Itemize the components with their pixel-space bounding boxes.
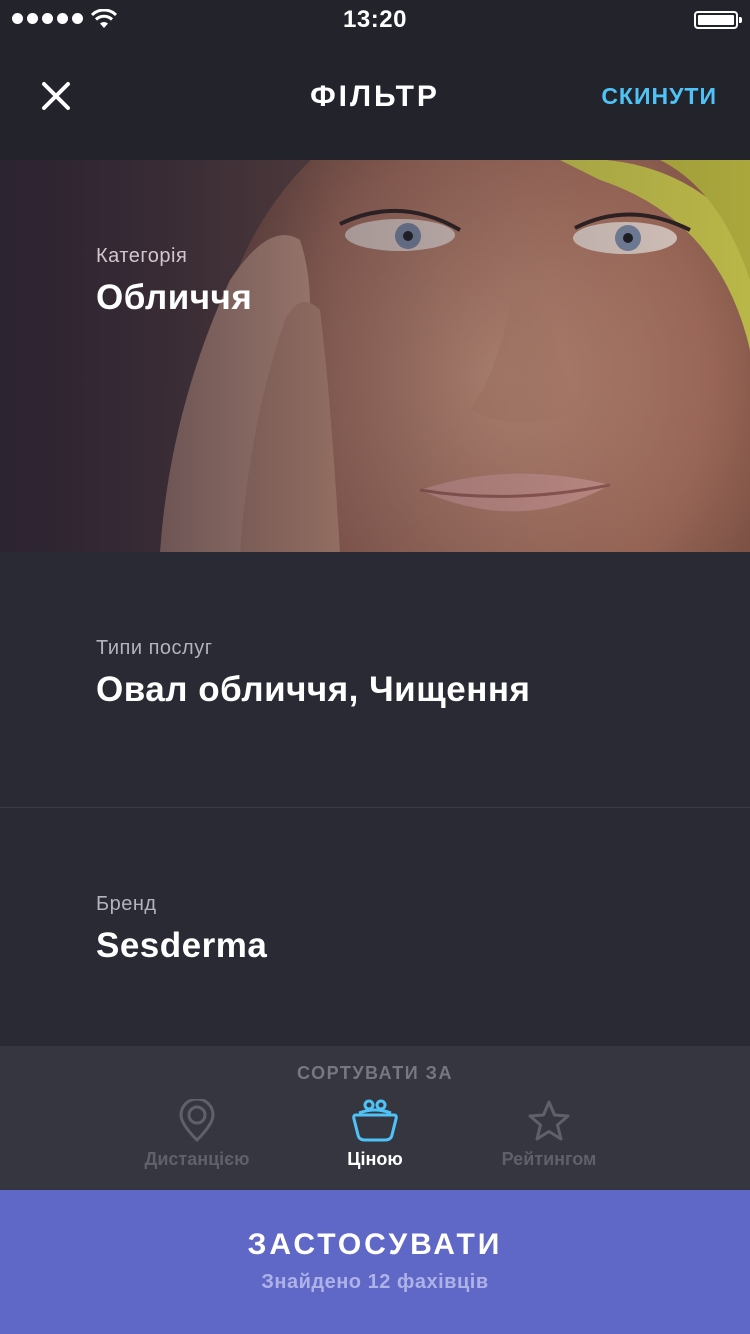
sort-price-label: Ціною [347, 1149, 403, 1169]
apply-button[interactable]: ЗАСТОСУВАТИ Знайдено 12 фахівців [0, 1190, 750, 1334]
sort-rating-label: Рейтингом [501, 1149, 597, 1169]
sort-section: СОРТУВАТИ ЗА Дистанцією Ціною Рейтингом [0, 1046, 750, 1190]
results-count: Знайдено 12 фахівців [261, 1271, 489, 1293]
sort-by-rating[interactable]: Рейтингом [459, 1099, 639, 1179]
reset-button[interactable]: СКИНУТИ [601, 83, 717, 110]
battery-icon [694, 11, 742, 29]
navigation-bar: ФІЛЬТР СКИНУТИ [0, 40, 750, 160]
brand-field: Бренд Sesderma [96, 893, 267, 966]
sort-by-distance[interactable]: Дистанцією [107, 1099, 287, 1179]
star-icon [528, 1100, 570, 1141]
purse-icon [352, 1099, 398, 1142]
brand-label: Бренд [96, 893, 157, 915]
sort-distance-label: Дистанцією [144, 1149, 250, 1169]
category-photo [0, 160, 750, 552]
sort-by-price[interactable]: Ціною [285, 1099, 465, 1179]
service-types-value: Овал обличчя, Чищення [96, 670, 531, 709]
brand-filter[interactable]: Бренд Sesderma [0, 808, 750, 1046]
service-types-label: Типи послуг [96, 637, 213, 659]
category-value: Обличчя [96, 278, 253, 317]
brand-value: Sesderma [96, 926, 268, 965]
service-types-field: Типи послуг Овал обличчя, Чищення [96, 637, 530, 710]
sort-title: СОРТУВАТИ ЗА [297, 1063, 453, 1083]
apply-label: ЗАСТОСУВАТИ [247, 1228, 503, 1261]
map-pin-icon [179, 1099, 215, 1143]
service-types-filter[interactable]: Типи послуг Овал обличчя, Чищення [0, 552, 750, 808]
status-time: 13:20 [343, 6, 407, 33]
status-bar: 13:20 [0, 0, 750, 40]
category-filter[interactable]: Категорія Обличчя [0, 160, 750, 552]
category-label: Категорія [96, 245, 188, 267]
category-field: Категорія Обличчя [96, 245, 252, 318]
